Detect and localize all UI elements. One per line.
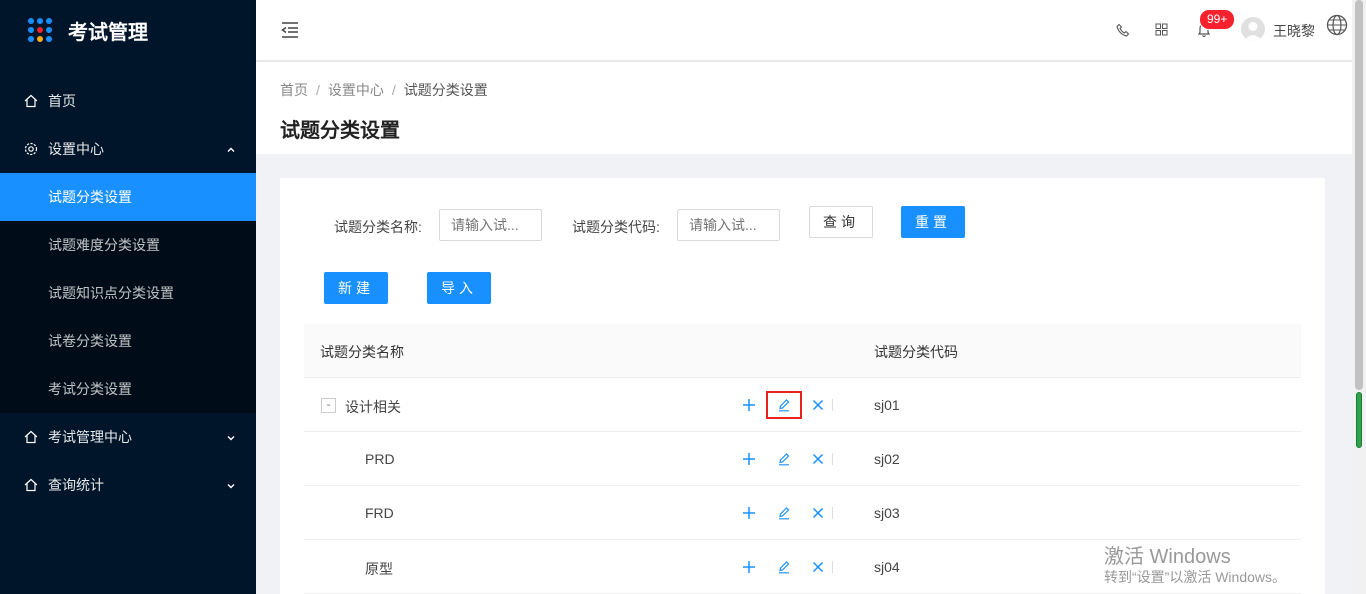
table-row: PRD sj02 — [304, 432, 1301, 486]
add-icon[interactable] — [741, 451, 757, 467]
home-icon — [24, 430, 38, 444]
sidebar-item-settings[interactable]: 设置中心 — [0, 125, 256, 173]
column-header-name: 试题分类名称 — [320, 344, 404, 360]
breadcrumb-home[interactable]: 首页 — [280, 82, 308, 98]
category-name: 原型 — [365, 561, 393, 577]
sidebar-item-paper-category[interactable]: 试卷分类设置 — [0, 317, 256, 365]
table-row: - 设计相关 sj01 — [304, 378, 1301, 432]
gear-icon — [24, 142, 38, 156]
menu-fold-icon[interactable] — [280, 21, 300, 42]
category-name: FRD — [365, 505, 394, 521]
add-icon[interactable] — [741, 559, 757, 575]
page-header: 首页 / 设置中心 / 试题分类设置 试题分类设置 — [256, 62, 1352, 154]
sidebar-item-question-category[interactable]: 试题分类设置 — [0, 173, 256, 221]
sidebar-item-label: 首页 — [48, 93, 76, 109]
phone-icon[interactable] — [1116, 23, 1130, 40]
app-grid-icon — [28, 18, 52, 42]
sidebar-menu: 首页 设置中心 试题分类设置 试题难度分类设置 试题知识点分类设置 试卷分类设置… — [0, 77, 256, 509]
table-header: 试题分类名称 试题分类代码 — [304, 324, 1301, 378]
edit-icon[interactable] — [766, 391, 802, 419]
globe-icon[interactable] — [1326, 14, 1348, 39]
scroll-indicator — [1356, 392, 1362, 448]
page-title: 试题分类设置 — [280, 120, 400, 142]
sidebar: 考试管理 首页 设置中心 试题分类设置 试题难度分类设置 试题知识点分类设置 试… — [0, 0, 256, 594]
delete-icon[interactable] — [810, 397, 826, 413]
notification-badge: 99+ — [1199, 9, 1236, 30]
sidebar-item-label: 考试分类设置 — [48, 381, 132, 397]
delete-icon[interactable] — [810, 451, 826, 467]
add-icon[interactable] — [741, 505, 757, 521]
scrollbar-thumb[interactable] — [1355, 0, 1363, 390]
avatar[interactable] — [1241, 17, 1265, 41]
sidebar-item-label: 试卷分类设置 — [48, 333, 132, 349]
sidebar-item-label: 试题分类设置 — [48, 189, 132, 205]
action-divider — [832, 561, 833, 573]
breadcrumb: 首页 / 设置中心 / 试题分类设置 — [280, 80, 488, 100]
code-filter-input[interactable] — [677, 209, 780, 241]
watermark-subtitle: 转到“设置”以激活 Windows。 — [1104, 569, 1287, 585]
breadcrumb-separator: / — [391, 82, 396, 98]
sidebar-item-label: 查询统计 — [48, 477, 104, 493]
chevron-down-icon — [226, 430, 236, 446]
grid-icon[interactable] — [1155, 23, 1168, 39]
action-divider — [832, 453, 833, 465]
sidebar-item-label: 试题难度分类设置 — [48, 237, 160, 253]
chevron-down-icon — [226, 478, 236, 494]
settings-submenu: 试题分类设置 试题难度分类设置 试题知识点分类设置 试卷分类设置 考试分类设置 — [0, 173, 256, 413]
logo: 考试管理 — [0, 0, 256, 60]
top-bar: 99+ 王晓黎 — [256, 0, 1352, 60]
table-row: FRD sj03 — [304, 486, 1301, 540]
action-divider — [832, 399, 833, 411]
edit-icon[interactable] — [776, 559, 792, 575]
category-name: PRD — [365, 451, 395, 467]
sidebar-item-label: 设置中心 — [48, 141, 104, 157]
collapse-toggle[interactable]: - — [321, 398, 336, 413]
name-filter-label: 试题分类名称: — [334, 219, 422, 235]
code-filter-label: 试题分类代码: — [572, 219, 660, 235]
breadcrumb-settings[interactable]: 设置中心 — [328, 82, 384, 98]
category-code: sj02 — [874, 451, 900, 467]
sidebar-item-statistics[interactable]: 查询统计 — [0, 461, 256, 509]
sidebar-item-knowledge-category[interactable]: 试题知识点分类设置 — [0, 269, 256, 317]
sidebar-item-label: 考试管理中心 — [48, 429, 132, 445]
delete-icon[interactable] — [810, 559, 826, 575]
sidebar-item-exam-category[interactable]: 考试分类设置 — [0, 365, 256, 413]
sidebar-item-label: 试题知识点分类设置 — [48, 285, 174, 301]
name-filter-input[interactable] — [439, 209, 542, 241]
home-icon — [24, 94, 38, 108]
delete-icon[interactable] — [810, 505, 826, 521]
add-icon[interactable] — [741, 397, 757, 413]
app-title: 考试管理 — [68, 21, 148, 44]
sidebar-item-home[interactable]: 首页 — [0, 77, 256, 125]
action-divider — [832, 507, 833, 519]
category-name: 设计相关 — [345, 399, 401, 415]
import-button[interactable]: 导入 — [427, 272, 491, 304]
home-icon — [24, 478, 38, 492]
watermark-title: 激活 Windows — [1104, 546, 1231, 568]
query-button[interactable]: 查询 — [809, 206, 873, 238]
username[interactable]: 王晓黎 — [1273, 21, 1315, 41]
main-card: 试题分类名称: 试题分类代码: 查询 重置 新建 导入 试题分类名称 试题分类代… — [280, 178, 1325, 594]
breadcrumb-separator: / — [316, 82, 320, 98]
sidebar-item-exam-management[interactable]: 考试管理中心 — [0, 413, 256, 461]
chevron-up-icon — [226, 142, 236, 158]
column-header-code: 试题分类代码 — [874, 344, 958, 360]
sidebar-item-difficulty-category[interactable]: 试题难度分类设置 — [0, 221, 256, 269]
category-code: sj04 — [874, 559, 900, 575]
category-code: sj03 — [874, 505, 900, 521]
breadcrumb-current: 试题分类设置 — [403, 82, 488, 98]
reset-button[interactable]: 重置 — [901, 206, 965, 238]
new-button[interactable]: 新建 — [324, 272, 388, 304]
page-scrollbar[interactable] — [1352, 0, 1366, 594]
edit-icon[interactable] — [776, 451, 792, 467]
edit-icon[interactable] — [776, 505, 792, 521]
category-code: sj01 — [874, 397, 900, 413]
